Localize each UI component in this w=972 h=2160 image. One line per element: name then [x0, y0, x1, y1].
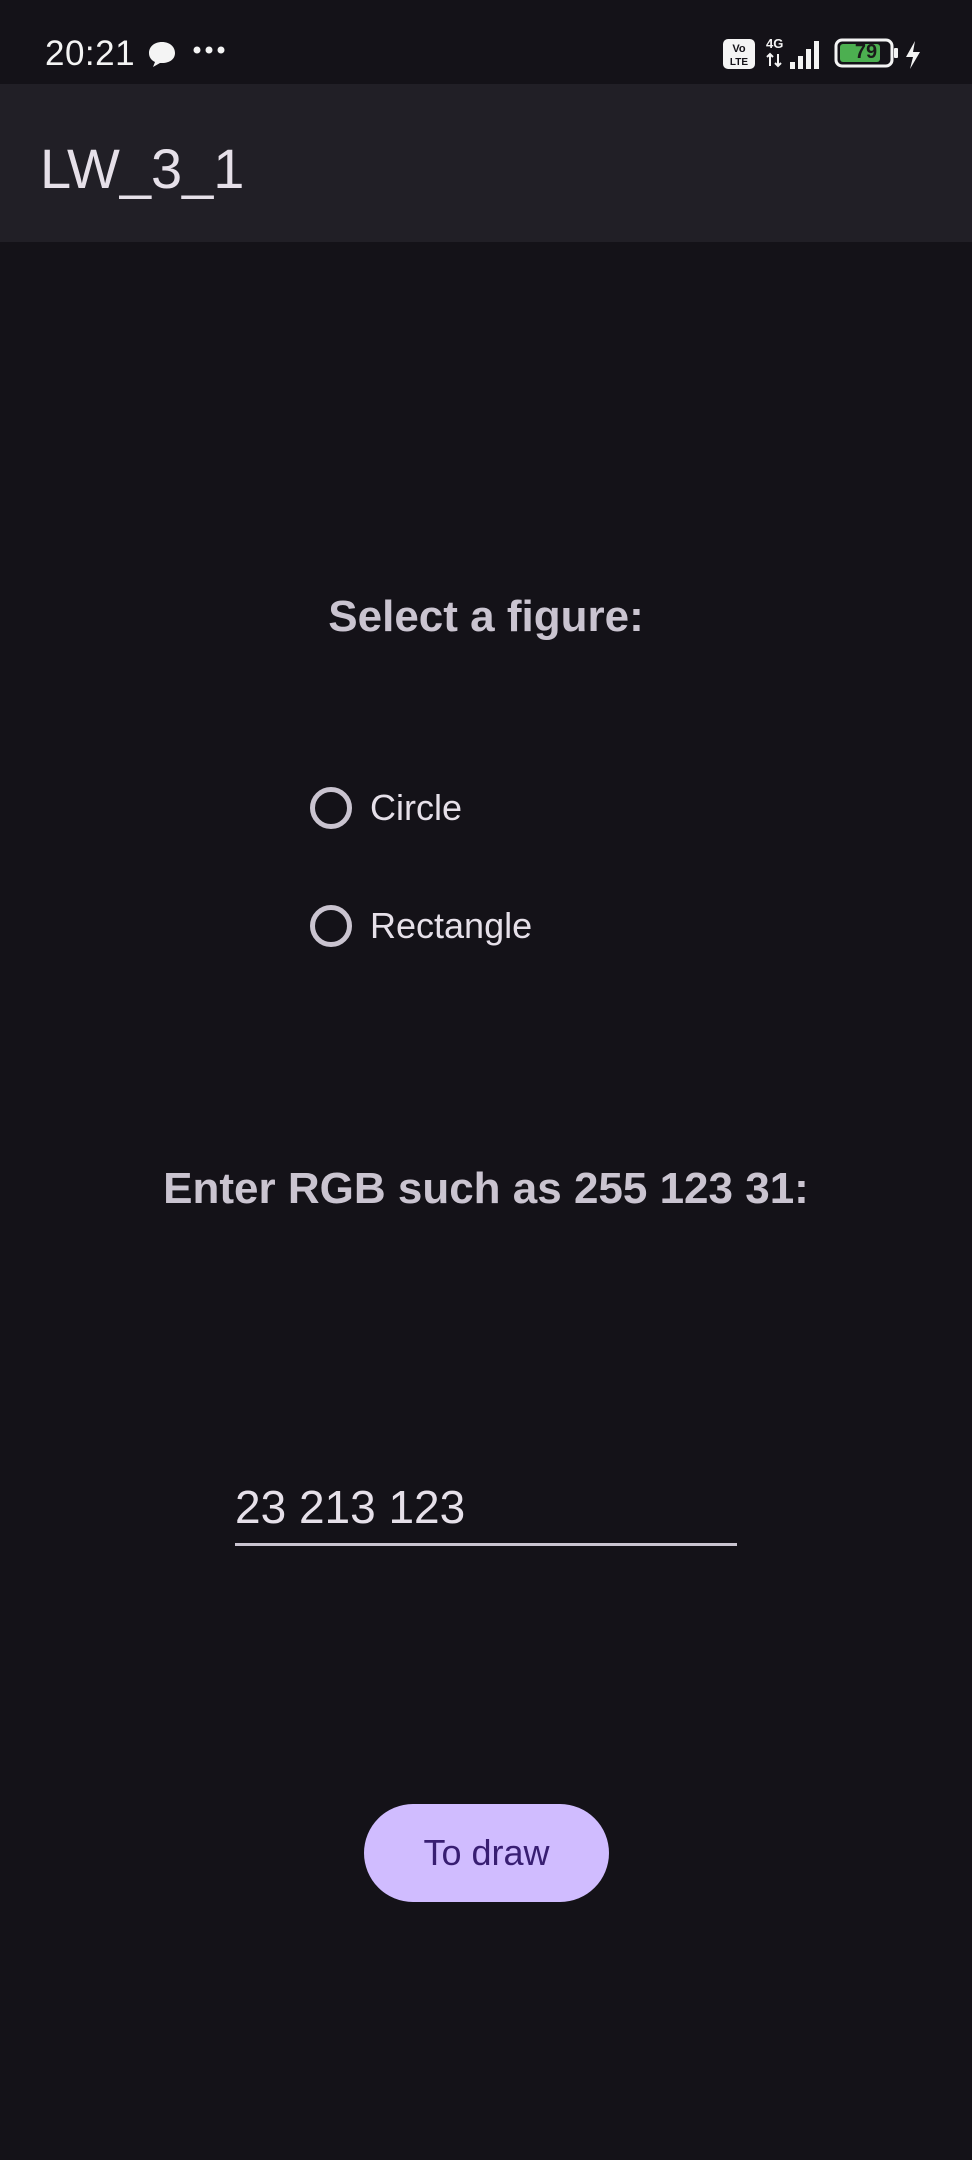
figure-heading: Select a figure:	[328, 592, 644, 641]
radio-rectangle-button[interactable]	[310, 905, 352, 947]
radio-circle[interactable]: Circle	[306, 778, 462, 838]
app-title: LW_3_1	[40, 137, 245, 200]
radio-circle-label[interactable]: Circle	[370, 787, 462, 829]
radio-circle-button[interactable]	[310, 787, 352, 829]
status-bar: 20:21 Vo LTE 4G 79	[0, 0, 972, 84]
status-time: 20:21	[45, 34, 136, 73]
app-screen: 20:21 Vo LTE 4G 79 LW_3_1 Select a figur…	[0, 0, 972, 2160]
charging-icon	[906, 41, 920, 69]
signal-icon: 4G	[766, 36, 819, 69]
chat-bubble-icon	[149, 42, 175, 67]
battery-percent: 79	[854, 41, 878, 63]
app-bar: LW_3_1	[0, 84, 972, 242]
svg-text:LTE: LTE	[730, 57, 748, 68]
volte-icon: Vo LTE	[723, 39, 755, 69]
radio-rectangle[interactable]: Rectangle	[306, 896, 532, 956]
draw-button[interactable]: To draw	[364, 1804, 609, 1902]
network-type-label: 4G	[766, 36, 783, 51]
svg-text:Vo: Vo	[732, 43, 746, 55]
more-dots-icon	[193, 46, 225, 54]
radio-rectangle-label[interactable]: Rectangle	[370, 905, 532, 947]
rgb-heading: Enter RGB such as 255 123 31:	[163, 1164, 809, 1213]
rgb-input[interactable]	[235, 1470, 737, 1546]
